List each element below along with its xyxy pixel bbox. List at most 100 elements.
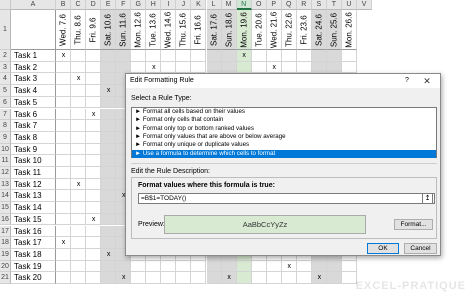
grid-cell[interactable]: [101, 96, 117, 109]
grid-cell[interactable]: [101, 73, 117, 86]
grid-cell[interactable]: [206, 272, 222, 284]
grid-cell[interactable]: [191, 260, 207, 273]
grid-cell[interactable]: [131, 272, 147, 284]
grid-cell[interactable]: [71, 202, 87, 214]
column-header[interactable]: G: [131, 0, 147, 10]
grid-cell[interactable]: [191, 61, 207, 74]
date-header[interactable]: Mon. 19.6: [236, 10, 252, 50]
grid-cell[interactable]: [101, 202, 117, 214]
rule-type-list[interactable]: ► Format all cells based on their values…: [131, 107, 437, 158]
grid-cell[interactable]: [101, 190, 117, 203]
task-label[interactable]: Task 10: [11, 155, 56, 167]
date-header[interactable]: Mon. 26.6: [341, 10, 357, 50]
grid-cell[interactable]: [296, 272, 312, 284]
task-label[interactable]: Task 4: [11, 85, 56, 97]
task-label[interactable]: Task 12: [11, 178, 56, 191]
task-label[interactable]: Task 1: [11, 50, 56, 62]
grid-cell[interactable]: [56, 190, 72, 203]
grid-cell[interactable]: [56, 167, 72, 179]
date-header[interactable]: Sat. 24.6: [311, 10, 327, 50]
grid-cell[interactable]: [161, 272, 177, 284]
date-header[interactable]: Fri. 16.6: [191, 10, 207, 50]
grid-cell[interactable]: [146, 272, 162, 284]
grid-cell[interactable]: [56, 178, 72, 191]
column-header[interactable]: I: [161, 0, 177, 10]
row-header[interactable]: 4: [0, 73, 11, 86]
help-icon[interactable]: ?: [400, 75, 414, 87]
grid-cell[interactable]: [86, 143, 102, 156]
grid-cell[interactable]: [71, 96, 87, 109]
grid-cell[interactable]: [101, 61, 117, 74]
task-label[interactable]: Task 3: [11, 73, 56, 86]
task-label[interactable]: Task 7: [11, 120, 56, 132]
dialog-titlebar[interactable]: Edit Formatting Rule ? ✕: [126, 74, 440, 88]
row-header[interactable]: 15: [0, 202, 11, 214]
grid-cell[interactable]: [56, 260, 72, 273]
grid-cell[interactable]: [296, 61, 312, 74]
column-header[interactable]: H: [146, 0, 162, 10]
task-label[interactable]: Task 11: [11, 167, 56, 179]
grid-cell[interactable]: [86, 190, 102, 203]
grid-cell[interactable]: [281, 272, 297, 284]
grid-cell[interactable]: [296, 260, 312, 273]
header-cell-a1[interactable]: [11, 10, 56, 50]
row-header[interactable]: 6: [0, 96, 11, 109]
grid-cell[interactable]: [56, 96, 72, 109]
grid-cell[interactable]: [206, 260, 222, 273]
grid-cell[interactable]: [146, 50, 162, 62]
grid-cell[interactable]: [86, 272, 102, 284]
grid-cell[interactable]: [56, 272, 72, 284]
grid-cell[interactable]: [251, 61, 267, 74]
column-header[interactable]: F: [116, 0, 132, 10]
grid-cell[interactable]: [86, 50, 102, 62]
grid-cell[interactable]: [71, 50, 87, 62]
grid-cell[interactable]: [56, 202, 72, 214]
grid-cell[interactable]: [266, 260, 282, 273]
rule-type-item[interactable]: ► Use a formula to determine which cells…: [132, 149, 436, 158]
grid-cell[interactable]: [101, 167, 117, 179]
row-header[interactable]: 3: [0, 61, 11, 74]
grid-cell[interactable]: [71, 260, 87, 273]
date-header[interactable]: Thu. 15.6: [176, 10, 192, 50]
task-label[interactable]: Task 2: [11, 61, 56, 74]
column-header[interactable]: M: [221, 0, 237, 10]
row-header[interactable]: 19: [0, 248, 11, 261]
grid-cell[interactable]: [71, 272, 87, 284]
rule-type-item[interactable]: ► Format only top or bottom ranked value…: [132, 125, 436, 133]
grid-cell[interactable]: [101, 237, 117, 249]
grid-cell[interactable]: [131, 61, 147, 74]
close-icon[interactable]: ✕: [416, 75, 438, 87]
grid-cell[interactable]: [161, 50, 177, 62]
rule-type-item[interactable]: ► Format all cells based on their values: [132, 108, 436, 116]
column-header[interactable]: U: [341, 0, 357, 10]
column-header[interactable]: C: [71, 0, 87, 10]
grid-cell[interactable]: [86, 155, 102, 167]
date-header[interactable]: Sun. 11.6: [116, 10, 132, 50]
grid-cell[interactable]: [86, 96, 102, 109]
grid-cell[interactable]: [71, 213, 87, 226]
grid-cell[interactable]: [56, 213, 72, 226]
column-header[interactable]: T: [326, 0, 342, 10]
grid-cell[interactable]: [131, 50, 147, 62]
grid-cell[interactable]: [101, 108, 117, 121]
task-label[interactable]: Task 8: [11, 131, 56, 144]
grid-cell[interactable]: [326, 260, 342, 273]
grid-cell[interactable]: [161, 260, 177, 273]
grid-cell[interactable]: [176, 272, 192, 284]
column-header[interactable]: K: [191, 0, 207, 10]
grid-cell[interactable]: [86, 202, 102, 214]
ok-button[interactable]: OK: [367, 243, 399, 254]
task-label[interactable]: Task 5: [11, 96, 56, 109]
grid-cell[interactable]: [266, 272, 282, 284]
cancel-button[interactable]: Cancel: [404, 243, 437, 254]
grid-cell[interactable]: [86, 73, 102, 86]
row-header[interactable]: 5: [0, 85, 11, 97]
row-header[interactable]: 14: [0, 190, 11, 203]
date-header[interactable]: Fri. 9.6: [86, 10, 102, 50]
grid-cell[interactable]: [326, 50, 342, 62]
grid-cell[interactable]: [311, 61, 327, 74]
formula-input[interactable]: =B$1=TODAY(): [138, 193, 435, 204]
grid-cell[interactable]: [221, 50, 237, 62]
grid-cell[interactable]: [56, 131, 72, 144]
row-header[interactable]: 1: [0, 10, 11, 50]
